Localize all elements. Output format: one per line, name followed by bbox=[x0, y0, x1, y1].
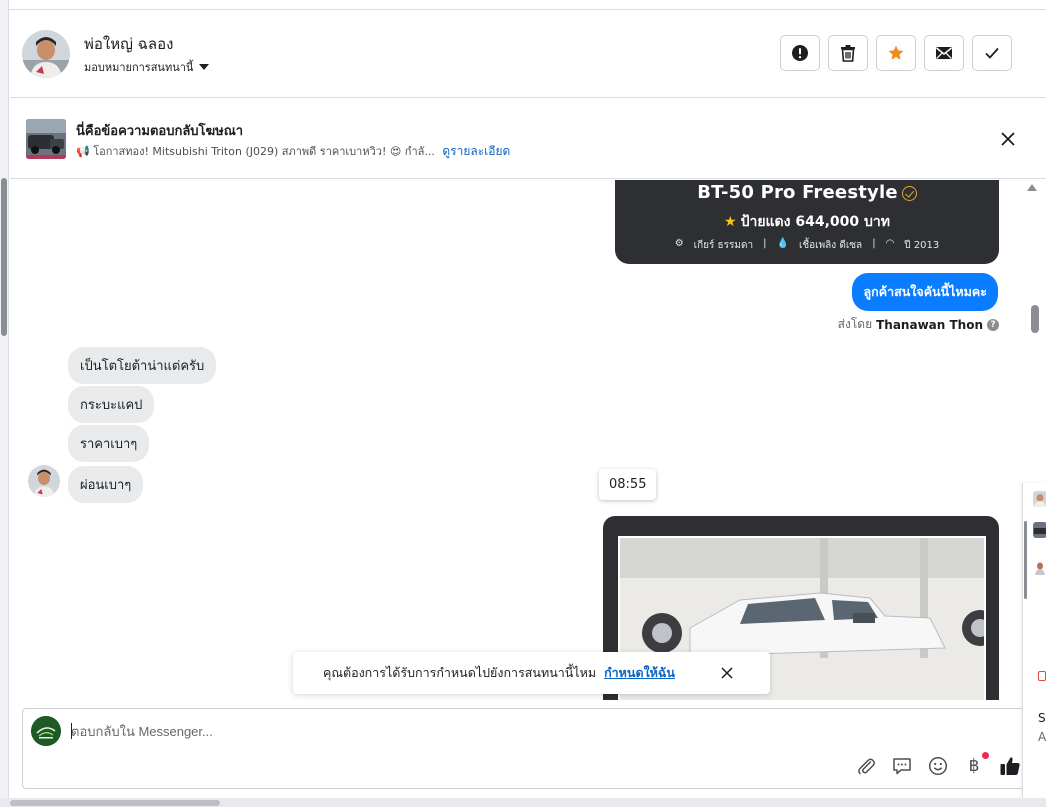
header-actions bbox=[780, 35, 1012, 71]
notification-dot bbox=[982, 752, 989, 759]
spam-button[interactable] bbox=[780, 35, 820, 71]
car-price: ป้ายแดง 644,000 บาท bbox=[740, 214, 890, 230]
car-spec-transmission: เกียร์ ธรรมดา bbox=[693, 240, 754, 251]
page-avatar bbox=[31, 716, 61, 746]
assign-prompt-text: คุณต้องการได้รับการกำหนดไปยังการสนทนานี้… bbox=[323, 665, 597, 680]
left-scrollbar-thumb[interactable] bbox=[1, 178, 7, 336]
close-icon[interactable] bbox=[998, 129, 1018, 149]
envelope-icon bbox=[936, 47, 952, 59]
help-icon[interactable]: ? bbox=[987, 318, 999, 331]
reply-input[interactable] bbox=[71, 717, 971, 745]
car-spec-year: ปี 2013 bbox=[904, 240, 940, 251]
outgoing-message[interactable]: ลูกค้าสนใจคันนี้ไหมคะ bbox=[852, 273, 998, 311]
car-spec-fuel: เชื้อเพลิง ดีเซล bbox=[798, 240, 863, 251]
incoming-message[interactable]: กระบะแคป bbox=[68, 386, 155, 423]
ad-reply-text-line: 📢 โอกาสทอง! Mitsubishi Triton (J029) สภา… bbox=[76, 142, 510, 161]
car-price-line: ★ ป้ายแดง 644,000 บาท bbox=[615, 211, 999, 233]
message-thread: BT-50 Pro Freestyle ★ ป้ายแดง 644,000 บาท… bbox=[10, 180, 1020, 700]
car-listing-card[interactable]: BT-50 Pro Freestyle ★ ป้ายแดง 644,000 บาท… bbox=[615, 180, 999, 264]
alert-icon bbox=[1038, 671, 1046, 681]
horizontal-scrollbar-thumb[interactable] bbox=[10, 800, 220, 806]
star-icon bbox=[888, 45, 904, 60]
spec-separator: | bbox=[763, 238, 767, 249]
side-panel-scrollbar[interactable] bbox=[1024, 521, 1027, 599]
like-button[interactable] bbox=[999, 755, 1021, 777]
incoming-message[interactable]: ราคาเบาๆ bbox=[68, 425, 150, 462]
ad-reply-text: 📢 โอกาสทอง! Mitsubishi Triton (J029) สภา… bbox=[76, 145, 435, 158]
sent-by-prefix: ส่งโดย bbox=[837, 317, 873, 331]
baht-icon: ฿ bbox=[968, 756, 980, 776]
assign-to-me-link[interactable]: กำหนดให้ฉัน bbox=[604, 663, 675, 683]
composer-tools: ฿ bbox=[855, 752, 1021, 777]
payment-button[interactable]: ฿ bbox=[963, 752, 989, 777]
side-panel-text: S bbox=[1038, 711, 1046, 725]
paperclip-icon bbox=[858, 758, 875, 775]
car-title: BT-50 Pro Freestyle bbox=[697, 182, 898, 203]
fuel-drop-icon: 💧 bbox=[776, 238, 789, 249]
incoming-message[interactable]: ผ่อนเบาๆ bbox=[68, 466, 144, 503]
sent-by-name: Thanawan Thon bbox=[876, 317, 983, 332]
assign-conversation-dropdown[interactable]: มอบหมายการสนทนานี้ bbox=[84, 58, 210, 76]
delete-button[interactable] bbox=[828, 35, 868, 71]
car-title-line: BT-50 Pro Freestyle bbox=[615, 182, 999, 203]
star-button[interactable] bbox=[876, 35, 916, 71]
mark-unread-button[interactable] bbox=[924, 35, 964, 71]
contact-avatar-small bbox=[28, 465, 60, 497]
conversation-header: พ่อใหญ่ ฉลอง มอบหมายการสนทนานี้ bbox=[10, 10, 1046, 98]
assign-prompt-toast: คุณต้องการได้รับการกำหนดไปยังการสนทนานี้… bbox=[293, 652, 770, 694]
horizontal-scrollbar[interactable] bbox=[0, 798, 1046, 807]
side-panel-edge: S A bbox=[1022, 483, 1046, 798]
left-scrollbar[interactable] bbox=[0, 0, 9, 807]
star-icon: ★ bbox=[724, 214, 737, 230]
inbox-conversation-view: พ่อใหญ่ ฉลอง มอบหมายการสนทนานี้ นี่คือข้… bbox=[0, 0, 1046, 807]
message-timestamp: 08:55 bbox=[599, 469, 657, 500]
trash-icon bbox=[841, 45, 855, 62]
chat-bubble-icon bbox=[893, 758, 911, 775]
sent-by-line: ส่งโดย Thanawan Thon ? bbox=[838, 315, 999, 334]
verified-check-icon bbox=[901, 185, 917, 201]
ad-thumbnail[interactable] bbox=[26, 119, 66, 159]
conversation-avatar[interactable] bbox=[1033, 522, 1046, 538]
mark-done-button[interactable] bbox=[972, 35, 1012, 71]
emoji-button[interactable] bbox=[927, 755, 949, 777]
emoji-icon bbox=[928, 756, 948, 776]
gear-icon: ⚙ bbox=[674, 238, 684, 249]
spec-separator: | bbox=[872, 238, 876, 249]
ad-details-link[interactable]: ดูรายละเอียด bbox=[442, 144, 510, 158]
close-icon[interactable] bbox=[720, 666, 734, 680]
contact-avatar[interactable] bbox=[22, 30, 70, 78]
thumbs-up-icon bbox=[1000, 757, 1020, 775]
ad-reply-banner: นี่คือข้อความตอบกลับโฆษณา 📢 โอกาสทอง! Mi… bbox=[10, 99, 1046, 179]
ad-reply-title: นี่คือข้อความตอบกลับโฆษณา bbox=[76, 124, 244, 139]
saved-replies-button[interactable] bbox=[891, 755, 913, 777]
gauge-icon: ◠ bbox=[885, 238, 895, 249]
checkmark-icon bbox=[985, 47, 999, 59]
car-specs: ⚙ เกียร์ ธรรมดา | 💧 เชื้อเพลิง ดีเซล | ◠ ปี… bbox=[615, 238, 999, 253]
conversation-avatar[interactable] bbox=[1033, 491, 1046, 507]
contact-name: พ่อใหญ่ ฉลอง bbox=[84, 35, 174, 53]
scroll-up-arrow-icon[interactable] bbox=[1027, 184, 1037, 191]
thread-scrollbar-thumb[interactable] bbox=[1031, 305, 1039, 333]
incoming-message[interactable]: เป็นโตโยต้าน่าแต่ครับ bbox=[68, 347, 217, 384]
side-panel-text: A bbox=[1038, 730, 1046, 744]
conversation-avatar[interactable] bbox=[1033, 559, 1046, 575]
chevron-down-icon bbox=[199, 64, 210, 70]
assign-label: มอบหมายการสนทนานี้ bbox=[84, 61, 194, 74]
attach-button[interactable] bbox=[855, 755, 877, 777]
message-composer: ฿ bbox=[22, 708, 1032, 789]
exclamation-icon bbox=[792, 45, 808, 61]
